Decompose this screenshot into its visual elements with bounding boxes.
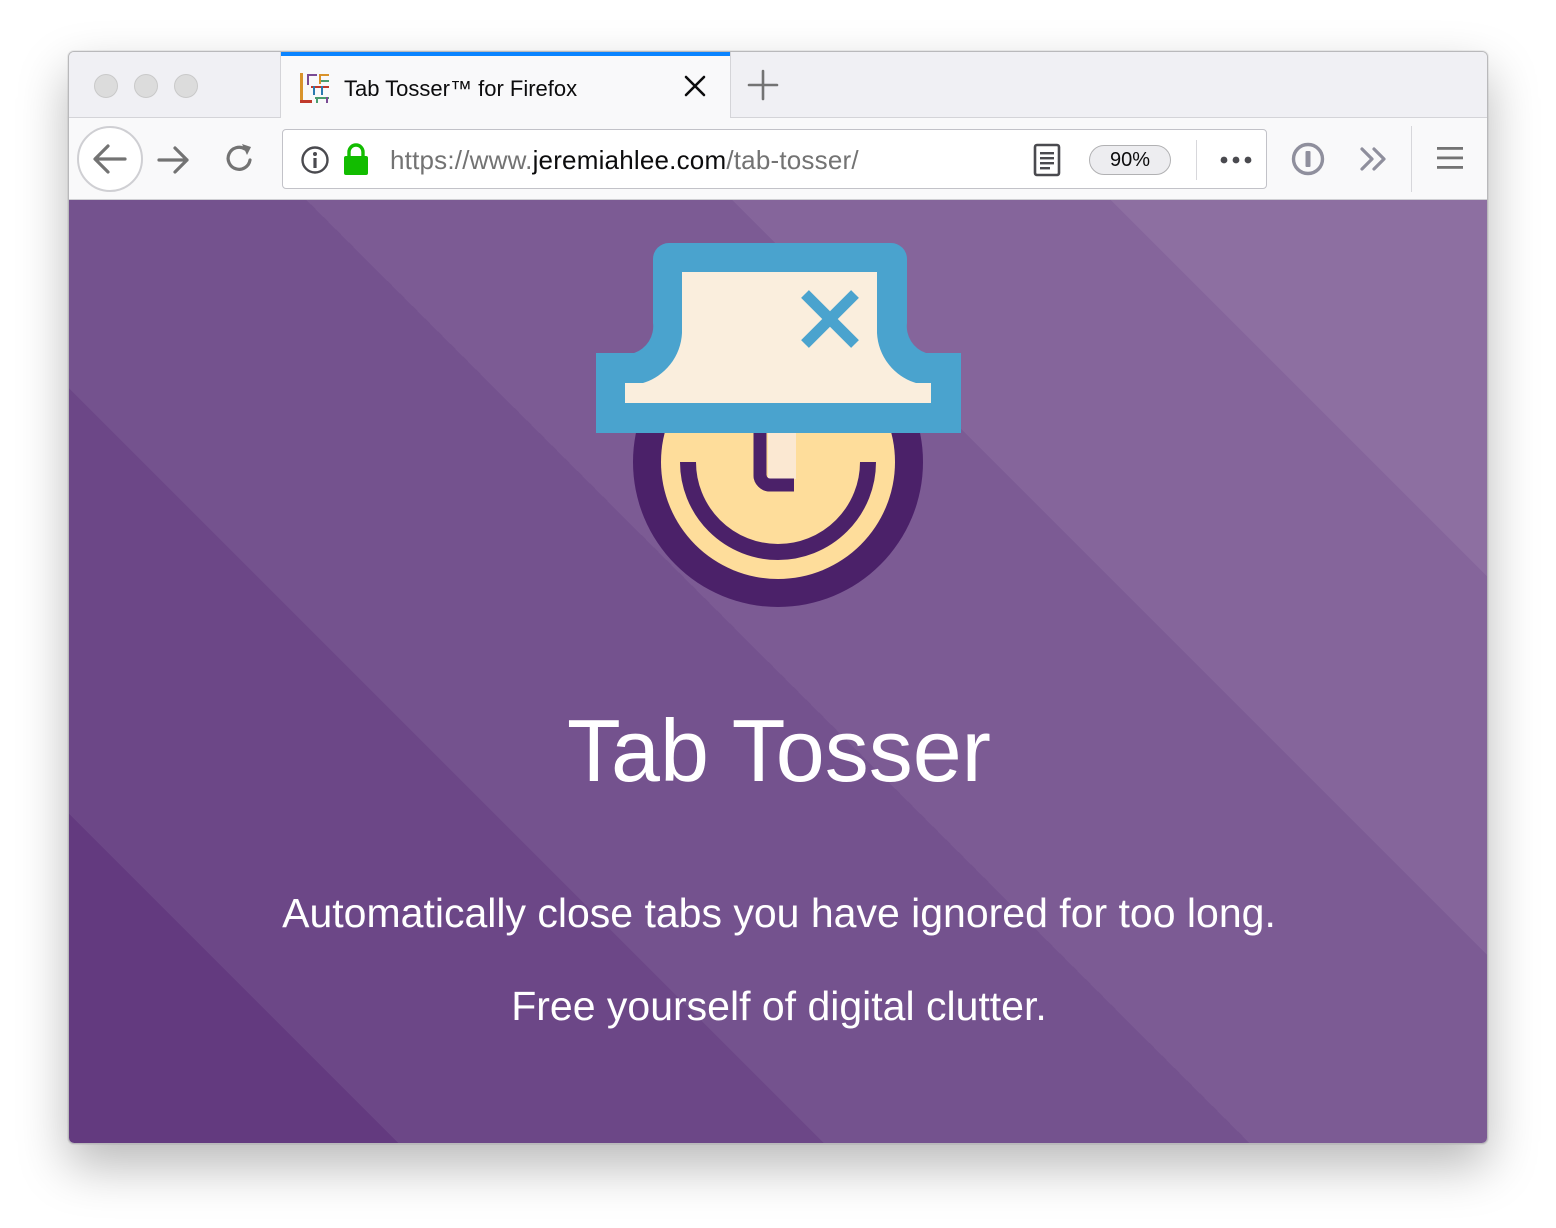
close-icon[interactable] <box>679 70 711 102</box>
url-domain: jeremiahlee.com <box>532 145 727 175</box>
hamburger-menu-icon[interactable] <box>1435 143 1465 173</box>
window-close-button[interactable] <box>94 74 118 98</box>
page-content: Tab Tosser Automatically close tabs you … <box>69 200 1487 1143</box>
1password-icon[interactable] <box>1291 142 1325 176</box>
reader-view-icon[interactable] <box>1033 143 1061 177</box>
back-button[interactable] <box>77 126 143 192</box>
reload-icon[interactable] <box>221 141 257 177</box>
toolbar-divider <box>1411 126 1412 192</box>
arrow-left-icon <box>93 144 127 174</box>
sub-tagline: Free yourself of digital clutter. <box>511 983 1047 1029</box>
tab-tosser-logo-icon <box>596 243 961 607</box>
ellipsis-icon[interactable] <box>1219 148 1253 172</box>
jeremiahlee-logo-icon <box>300 73 329 103</box>
tab-tab-tosser[interactable]: Tab Tosser™ for Firefox <box>280 52 731 119</box>
chevrons-right-icon[interactable] <box>1357 142 1391 176</box>
arrow-right-icon[interactable] <box>155 142 191 178</box>
zoom-level-badge[interactable]: 90% <box>1089 145 1171 175</box>
window-minimize-button[interactable] <box>134 74 158 98</box>
url-bar[interactable]: https://www.jeremiahlee.com/tab-tosser/ … <box>282 129 1267 189</box>
url-path: /tab-tosser/ <box>726 145 859 175</box>
url-text[interactable]: https://www.jeremiahlee.com/tab-tosser/ <box>390 145 859 176</box>
navigation-toolbar: https://www.jeremiahlee.com/tab-tosser/ … <box>69 118 1487 200</box>
url-prefix: https://www. <box>390 145 533 175</box>
info-icon[interactable] <box>299 144 331 176</box>
tab-title: Tab Tosser™ for Firefox <box>344 76 578 101</box>
lock-icon[interactable] <box>341 142 371 176</box>
page-title: Tab Tosser <box>567 701 991 800</box>
tab-strip: Tab Tosser™ for Firefox <box>69 52 1487 119</box>
window-zoom-button[interactable] <box>174 74 198 98</box>
active-tab-indicator <box>281 52 730 56</box>
tagline: Automatically close tabs you have ignore… <box>282 890 1276 936</box>
plus-icon[interactable] <box>746 68 780 102</box>
browser-window: Tab Tosser™ for Firefox https://www.jere… <box>68 51 1488 1144</box>
url-divider <box>1196 140 1197 180</box>
